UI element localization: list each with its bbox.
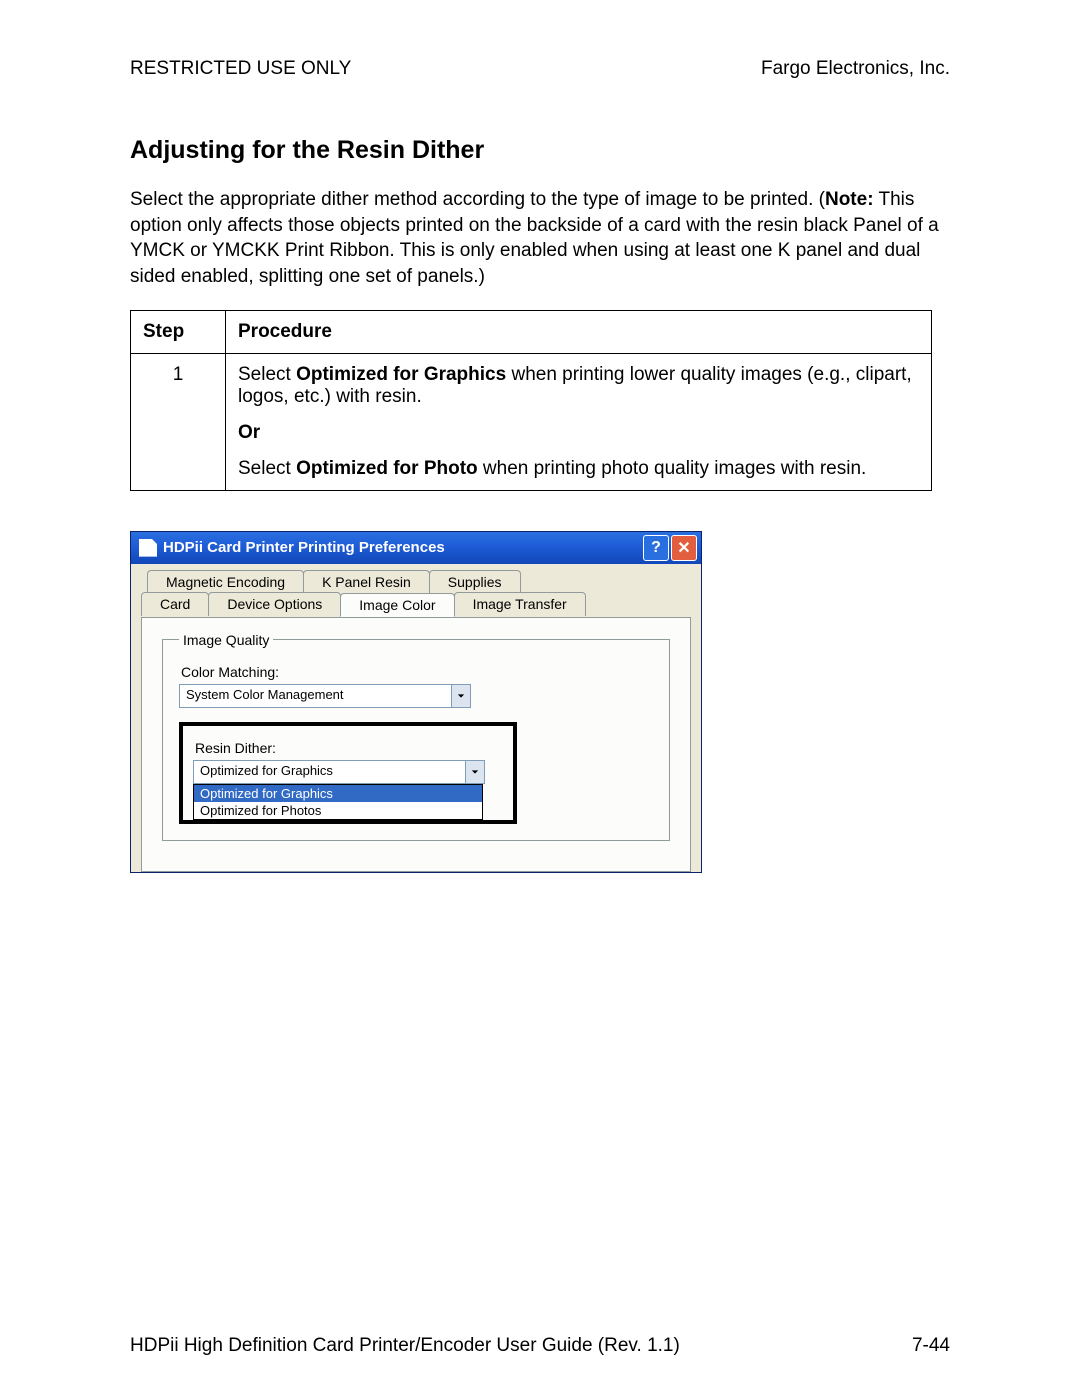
tab-row-back: Magnetic Encoding K Panel Resin Supplies [147, 570, 691, 593]
group-legend: Image Quality [179, 632, 273, 648]
chevron-down-icon[interactable] [451, 685, 470, 707]
preferences-dialog: HDPii Card Printer Printing Preferences … [130, 531, 702, 873]
resin-dither-value: Optimized for Graphics [194, 761, 465, 783]
p1b: Optimized for Graphics [296, 364, 506, 385]
p2b: Optimized for Photo [296, 458, 478, 479]
tab-k-panel-resin[interactable]: K Panel Resin [303, 570, 430, 593]
option-optimized-photos[interactable]: Optimized for Photos [194, 802, 482, 819]
col-procedure: Procedure [226, 310, 932, 353]
or-label: Or [238, 422, 919, 444]
printer-icon [139, 539, 157, 557]
resin-dither-highlight: Resin Dither: Optimized for Graphics Opt… [179, 722, 517, 824]
image-quality-group: Image Quality Color Matching: System Col… [162, 632, 670, 841]
footer-left: HDPii High Definition Card Printer/Encod… [130, 1335, 680, 1357]
color-matching-combo[interactable]: System Color Management [179, 684, 471, 708]
tab-image-color[interactable]: Image Color [340, 593, 454, 617]
p1a: Select [238, 364, 296, 385]
tab-panel: Image Quality Color Matching: System Col… [141, 617, 691, 872]
col-step: Step [131, 310, 226, 353]
color-matching-label: Color Matching: [181, 664, 653, 680]
intro-note-label: Note: [825, 189, 874, 210]
header-left: RESTRICTED USE ONLY [130, 58, 351, 80]
tab-supplies[interactable]: Supplies [429, 570, 521, 593]
resin-dither-label: Resin Dither: [195, 740, 503, 756]
color-matching-value: System Color Management [180, 685, 451, 707]
tab-card[interactable]: Card [141, 592, 209, 616]
tab-device-options[interactable]: Device Options [208, 592, 341, 616]
table-row: 1 Select Optimized for Graphics when pri… [131, 353, 932, 490]
chevron-down-icon[interactable] [465, 761, 484, 783]
titlebar[interactable]: HDPii Card Printer Printing Preferences … [131, 532, 701, 564]
intro-paragraph: Select the appropriate dither method acc… [130, 187, 950, 290]
close-button[interactable]: ✕ [671, 535, 697, 561]
intro-pre: Select the appropriate dither method acc… [130, 189, 825, 210]
page-title: Adjusting for the Resin Dither [130, 136, 950, 165]
resin-dither-combo[interactable]: Optimized for Graphics [193, 760, 485, 784]
help-button[interactable]: ? [643, 535, 669, 561]
p2c: when printing photo quality images with … [478, 458, 867, 479]
step-number: 1 [131, 353, 226, 490]
dialog-title: HDPii Card Printer Printing Preferences [163, 539, 641, 556]
step-procedure: Select Optimized for Graphics when print… [226, 353, 932, 490]
table-header-row: Step Procedure [131, 310, 932, 353]
option-optimized-graphics[interactable]: Optimized for Graphics [194, 785, 482, 802]
header-right: Fargo Electronics, Inc. [761, 58, 950, 80]
footer-right: 7-44 [912, 1335, 950, 1357]
tab-magnetic-encoding[interactable]: Magnetic Encoding [147, 570, 304, 593]
resin-dither-dropdown[interactable]: Optimized for Graphics Optimized for Pho… [193, 784, 483, 820]
tab-image-transfer[interactable]: Image Transfer [454, 592, 586, 616]
procedure-table: Step Procedure 1 Select Optimized for Gr… [130, 310, 932, 491]
p2a: Select [238, 458, 296, 479]
tab-row-front: Card Device Options Image Color Image Tr… [141, 592, 691, 616]
